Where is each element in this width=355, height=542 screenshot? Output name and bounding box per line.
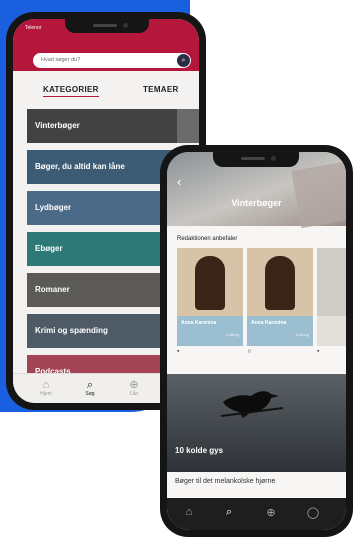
status-carrier: Telenor — [25, 25, 42, 31]
category-label: Vinterbøger — [35, 121, 80, 130]
blackbird-image — [221, 391, 283, 418]
bottom-nav: ⌂ ⌕ ⊕ ◯ — [167, 498, 346, 530]
search-icon[interactable]: ⌕ — [219, 506, 239, 519]
book-card[interactable]: Anna Karenina Lydbog — [177, 248, 243, 346]
nav-loans[interactable]: ⊕ Lån — [119, 379, 149, 397]
feature-banner[interactable]: 10 kolde gys — [167, 374, 346, 472]
app-promo-stage: Telenor Hvad søger du? ⌕ KATEGORIER TEMA… — [0, 0, 355, 542]
nav-label: Søg — [85, 391, 95, 397]
tab-kategorier[interactable]: KATEGORIER — [43, 85, 99, 97]
header-image — [291, 161, 346, 229]
category-label: Romaner — [35, 285, 70, 294]
category-label: Krimi og spænding — [35, 326, 108, 335]
home-icon[interactable]: ⌂ — [179, 506, 199, 518]
section-title: Redaktionen anbefaler — [177, 236, 238, 242]
book-cover — [317, 248, 346, 316]
feature-title: 10 kolde gys — [175, 446, 224, 455]
category-label: Bøger, du altid kan låne — [35, 162, 125, 171]
theme-title: Vinterbøger — [231, 198, 282, 208]
search-icon: ⌕ — [86, 379, 94, 391]
book-icon: ▪ — [177, 348, 180, 355]
headphones-icon: ∩ — [247, 348, 253, 355]
nav-home[interactable]: ⌂ Hjem — [31, 379, 61, 397]
book-format: Lydbog — [226, 332, 239, 337]
tab-bar: KATEGORIER TEMAER — [13, 85, 199, 101]
profile-icon[interactable]: ◯ — [303, 506, 323, 519]
book-icon: ▪ — [317, 348, 320, 355]
book-cover — [177, 248, 243, 316]
loans-icon: ⊕ — [129, 379, 139, 391]
phone-right-screen: ‹ Vinterbøger Redaktionen anbefaler Anna… — [167, 152, 346, 530]
phone-right: ‹ Vinterbøger Redaktionen anbefaler Anna… — [160, 145, 353, 537]
book-title: Anna Karenina — [251, 320, 287, 326]
search-icon[interactable]: ⌕ — [177, 54, 190, 67]
category-label: Lydbøger — [35, 203, 72, 212]
tab-temaer[interactable]: TEMAER — [143, 85, 179, 94]
nav-label: Hjem — [40, 391, 52, 397]
book-card[interactable] — [317, 248, 346, 346]
notch — [65, 19, 149, 33]
feature-caption: Bøger til det melankolske hjørne — [167, 472, 346, 494]
category-item[interactable]: Vinterbøger — [27, 109, 199, 143]
nav-search[interactable]: ⌕ Søg — [75, 379, 105, 397]
nav-label: Lån — [129, 391, 139, 397]
book-cover — [247, 248, 313, 316]
book-title: Anna Karenina — [181, 320, 217, 326]
format-icons: ▪ ∩ ▪ — [177, 348, 346, 358]
book-carousel: Anna Karenina Lydbog Anna Karenina Lydbo… — [177, 248, 346, 346]
notch — [213, 152, 299, 167]
search-placeholder: Hvad søger du? — [41, 57, 81, 63]
back-arrow-icon[interactable]: ‹ — [177, 174, 181, 189]
category-label: Ebøger — [35, 244, 63, 253]
book-card[interactable]: Anna Karenina Lydbog — [247, 248, 313, 346]
search-input[interactable]: Hvad søger du? ⌕ — [33, 53, 191, 68]
book-format: Lydbog — [296, 332, 309, 337]
loans-icon[interactable]: ⊕ — [261, 506, 281, 519]
home-icon: ⌂ — [42, 379, 50, 391]
